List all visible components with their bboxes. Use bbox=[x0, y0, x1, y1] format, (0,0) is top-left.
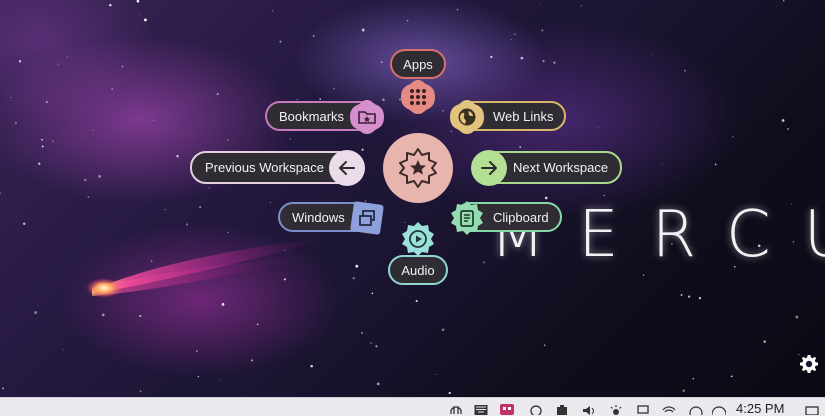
windows-label: Windows bbox=[292, 209, 345, 225]
windows-badge[interactable] bbox=[348, 199, 386, 237]
battery-icon[interactable] bbox=[555, 404, 569, 415]
volume-icon[interactable] bbox=[582, 404, 596, 415]
previous-workspace-badge[interactable] bbox=[328, 149, 366, 187]
grid-dots-icon bbox=[410, 89, 426, 105]
bookmarks-label: Bookmarks bbox=[279, 108, 345, 124]
bookmarks-badge[interactable] bbox=[348, 98, 386, 136]
arrow-right-icon bbox=[481, 161, 497, 175]
app-icon[interactable] bbox=[500, 404, 514, 415]
globe-icon bbox=[458, 108, 476, 126]
network-icon[interactable] bbox=[449, 404, 463, 415]
status-icon[interactable] bbox=[689, 404, 703, 415]
brightness-icon[interactable] bbox=[609, 404, 623, 415]
menu-center-button[interactable] bbox=[383, 133, 453, 203]
star-folder-icon bbox=[358, 111, 376, 124]
audio-badge[interactable] bbox=[399, 220, 437, 258]
apps-label: Apps bbox=[403, 56, 433, 72]
play-circle-icon bbox=[409, 230, 427, 248]
audio-label: Audio bbox=[401, 262, 435, 278]
keyboard-icon[interactable] bbox=[474, 404, 488, 415]
windows-stack-icon bbox=[359, 210, 375, 226]
notification-icon[interactable] bbox=[712, 404, 726, 415]
chat-icon[interactable] bbox=[529, 404, 543, 415]
clipboard-badge[interactable] bbox=[448, 199, 486, 237]
arrow-left-icon bbox=[339, 161, 355, 175]
apps-button[interactable]: Apps bbox=[390, 49, 446, 79]
display-icon[interactable] bbox=[636, 404, 650, 415]
wifi-icon[interactable] bbox=[662, 404, 676, 415]
star-badge-icon bbox=[399, 148, 437, 188]
clipboard-label: Clipboard bbox=[493, 209, 549, 225]
next-workspace-badge[interactable] bbox=[470, 149, 508, 187]
previous-workspace-label: Previous Workspace bbox=[205, 160, 324, 175]
gear-icon bbox=[800, 355, 818, 373]
action-center-icon[interactable] bbox=[805, 404, 819, 415]
clipboard-icon bbox=[460, 210, 474, 227]
next-workspace-label: Next Workspace bbox=[513, 160, 609, 175]
settings-button[interactable] bbox=[797, 352, 821, 376]
taskbar-clock[interactable]: 4:25 PM bbox=[736, 401, 784, 416]
web-links-badge[interactable] bbox=[448, 98, 486, 136]
web-links-label: Web Links bbox=[493, 108, 554, 124]
apps-badge[interactable] bbox=[399, 78, 437, 116]
audio-button[interactable]: Audio bbox=[388, 255, 448, 285]
